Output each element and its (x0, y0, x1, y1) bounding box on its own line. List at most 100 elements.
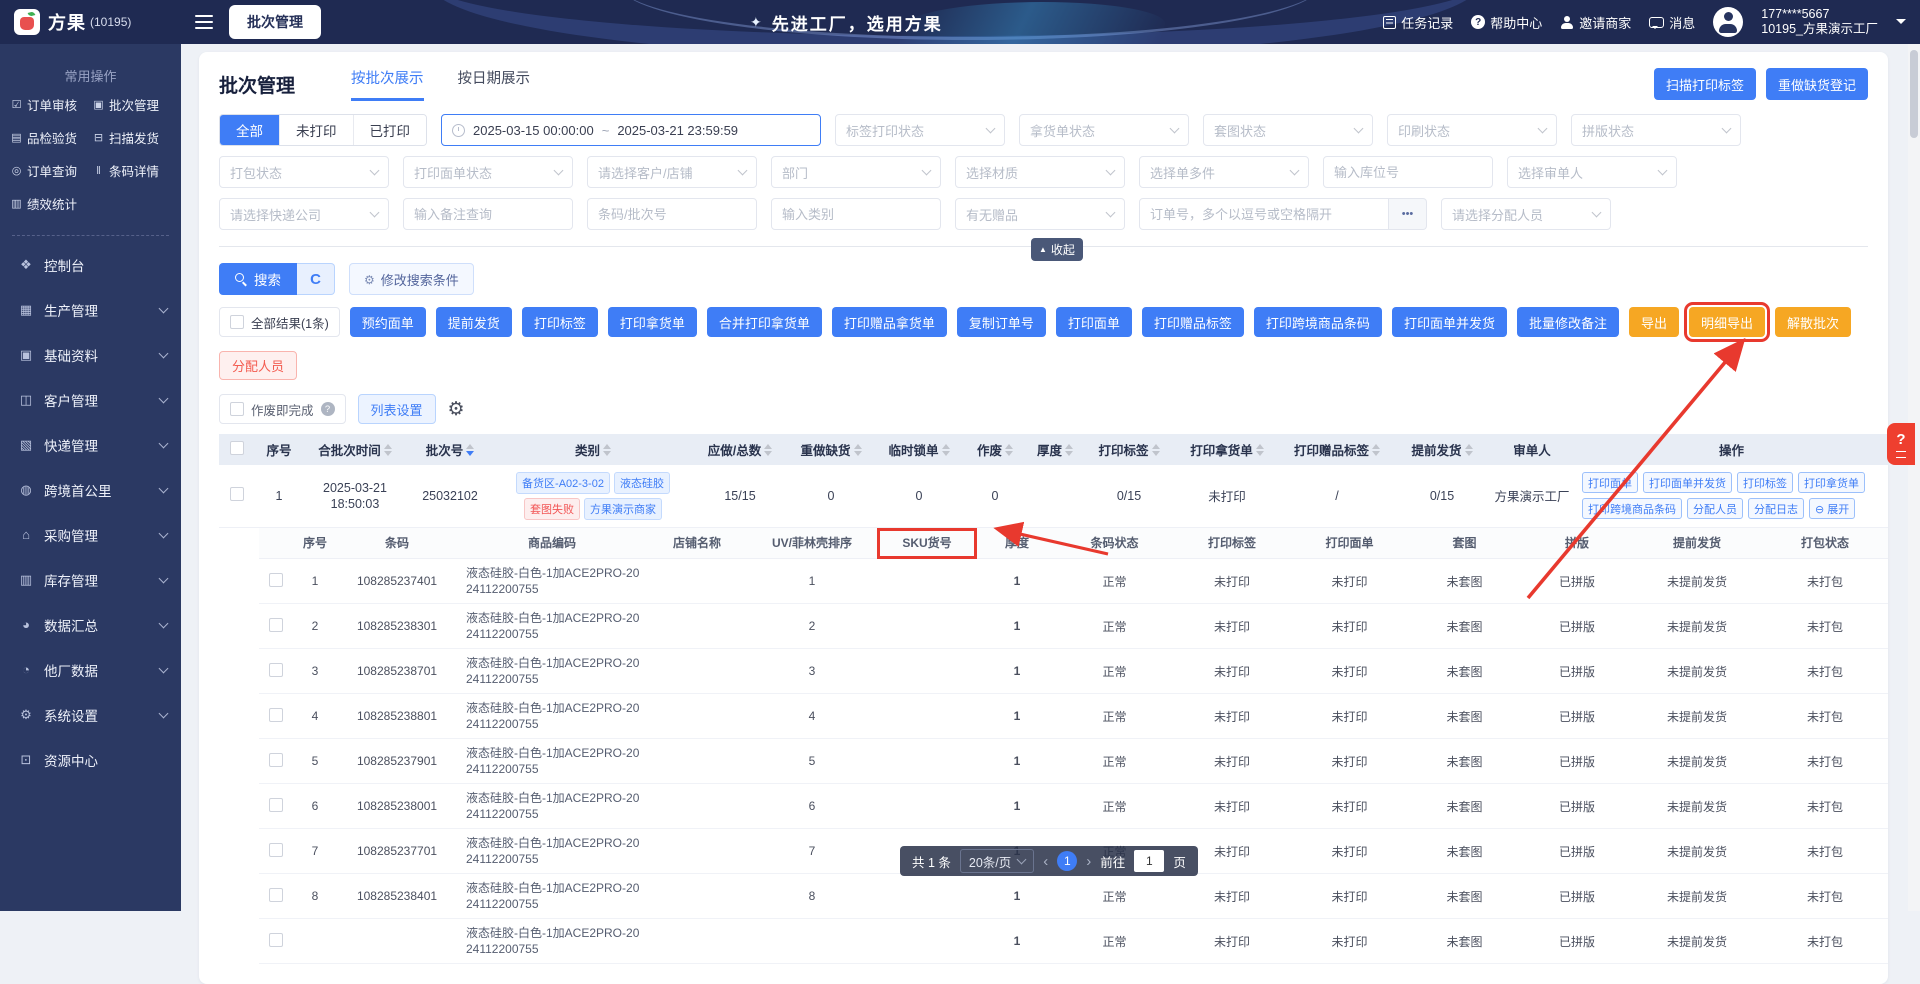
list-settings-button[interactable]: 列表设置 (357, 394, 436, 424)
sidebar-item-inventory[interactable]: ▥ 库存管理 (0, 557, 181, 602)
filter-select[interactable]: 打包状态 (219, 156, 389, 188)
export-button[interactable]: 解散批次 (1775, 307, 1852, 337)
sub-row-checkbox[interactable] (269, 797, 283, 812)
sub-row-checkbox[interactable] (269, 842, 283, 857)
batch-action-button[interactable]: 打印面单并发货 (1391, 307, 1507, 337)
auditor-select[interactable]: 选择审单人 (1507, 156, 1677, 188)
open-page-tab[interactable]: 批次管理 (229, 5, 321, 39)
sub-row-checkbox[interactable] (269, 617, 283, 632)
sidebar-item-settings[interactable]: ⚙ 系统设置 (0, 692, 181, 737)
assignee-select[interactable]: 请选择分配人员 (1441, 198, 1611, 230)
sub-row-checkbox[interactable] (269, 662, 283, 677)
sub-row-checkbox[interactable] (269, 932, 283, 947)
refresh-button[interactable]: C (297, 263, 335, 295)
batch-table-header[interactable]: 打印拿货单 (1175, 434, 1279, 465)
row-action-button[interactable]: 打印面单并发货 (1643, 472, 1732, 494)
batch-action-button[interactable]: 复制订单号 (956, 307, 1046, 337)
row-action-button[interactable]: ⊖ 展开 (1809, 498, 1856, 520)
next-page-button[interactable]: › (1086, 854, 1091, 869)
batch-table-header[interactable]: 临时锁单 (875, 434, 963, 465)
sort-icon[interactable] (1464, 443, 1473, 456)
batch-action-button[interactable]: 打印赠品标签 (1141, 307, 1244, 337)
sub-row-checkbox[interactable] (269, 707, 283, 722)
batch-table-header[interactable]: 操作 (1575, 434, 1888, 465)
date-to[interactable]: 2025-03-21 23:59:59 (617, 123, 738, 138)
select-all-results[interactable]: 全部结果(1条) (219, 307, 340, 337)
filter-select[interactable]: 套图状态 (1203, 114, 1373, 146)
batch-table-header[interactable]: 应做/总数 (693, 434, 787, 465)
sort-icon[interactable] (1065, 443, 1073, 456)
row-action-button[interactable]: 打印面单 (1582, 472, 1638, 494)
sidebar-quick-performance[interactable]: ▥ 绩效统计 (10, 194, 92, 213)
sub-row-checkbox[interactable] (269, 752, 283, 767)
tab-by-batch[interactable]: 按批次展示 (351, 67, 424, 101)
sort-icon[interactable] (764, 443, 773, 456)
segment-option[interactable]: 已打印 (353, 115, 426, 145)
sidebar-quick-order-audit[interactable]: ☑ 订单审核 (10, 95, 92, 114)
sidebar-quick-order-query[interactable]: ◎ 订单查询 (10, 161, 92, 180)
sort-icon[interactable] (466, 443, 475, 456)
search-button[interactable]: 搜索 (219, 263, 297, 295)
category-input[interactable] (771, 198, 941, 230)
messages-menu[interactable]: 消息 (1649, 13, 1695, 32)
batch-table-header[interactable]: 厚度 (1027, 434, 1083, 465)
floating-help-widget[interactable]: ? (1887, 423, 1915, 465)
select-all-checkbox[interactable] (230, 315, 244, 329)
sort-icon[interactable] (1005, 443, 1013, 456)
sidebar-item-customer[interactable]: ◫ 客户管理 (0, 377, 181, 422)
sidebar-item-console[interactable]: ❖ 控制台 (0, 242, 181, 287)
void-complete-checkbox[interactable] (230, 402, 244, 416)
tab-by-date[interactable]: 按日期展示 (458, 67, 531, 101)
sort-icon[interactable] (1372, 443, 1380, 456)
remark-search-input[interactable] (403, 198, 573, 230)
sidebar-item-crossborder[interactable]: ◍ 跨境首公里 (0, 467, 181, 512)
goto-page-input[interactable] (1134, 850, 1165, 872)
batch-table-header[interactable]: 批次号 (407, 434, 493, 465)
sort-icon[interactable] (1255, 443, 1264, 456)
sort-icon[interactable] (941, 443, 950, 456)
sort-icon[interactable] (603, 443, 611, 456)
batch-table-header[interactable]: 打印赠品标签 (1279, 434, 1395, 465)
filter-select[interactable]: 拿货单状态 (1019, 114, 1189, 146)
batch-table-header[interactable]: 提前发货 (1395, 434, 1489, 465)
batch-action-button[interactable]: 打印拿货单 (607, 307, 697, 337)
sort-icon[interactable] (383, 443, 392, 456)
filter-select[interactable]: 选择材质 (955, 156, 1125, 188)
batch-table-header[interactable]: 审单人 (1489, 434, 1575, 465)
sidebar-quick-batch-manage[interactable]: ▣ 批次管理 (92, 95, 174, 114)
segment-option[interactable]: 未打印 (280, 115, 354, 145)
filter-select[interactable]: 选择单多件 (1139, 156, 1309, 188)
row-action-button[interactable]: 分配日志 (1748, 498, 1804, 520)
warehouse-slot-input[interactable] (1323, 156, 1493, 188)
current-page-button[interactable]: 1 (1057, 851, 1078, 871)
row-action-button[interactable]: 分配人员 (1687, 498, 1743, 520)
collapse-sidebar-icon[interactable] (195, 15, 213, 29)
express-company-select[interactable]: 请选择快递公司 (219, 198, 389, 230)
export-button[interactable]: 导出 (1628, 307, 1679, 337)
sidebar-item-production[interactable]: ▦ 生产管理 (0, 287, 181, 332)
header-checkbox[interactable] (230, 441, 244, 455)
row-action-button[interactable]: 打印拿货单 (1798, 472, 1865, 494)
order-more-button[interactable]: ••• (1389, 198, 1427, 230)
sub-row-checkbox[interactable] (269, 887, 283, 902)
scrollbar-thumb[interactable] (1910, 50, 1918, 138)
batch-action-button[interactable]: 打印赠品拿货单 (831, 307, 947, 337)
batch-table-header[interactable]: 重做缺货 (787, 434, 875, 465)
date-range-picker[interactable]: 2025-03-15 00:00:00 ~ 2025-03-21 23:59:5… (441, 114, 821, 146)
batch-action-button[interactable]: 打印面单 (1055, 307, 1132, 337)
sidebar-item-other-factory[interactable]: ◔ 他厂数据 (0, 647, 181, 692)
app-logo[interactable]: 方果 (10195) (0, 0, 181, 44)
help-center-menu[interactable]: ? 帮助中心 (1471, 13, 1542, 32)
sidebar-quick-scan-ship[interactable]: ⊟ 扫描发货 (92, 128, 174, 147)
batch-table-header[interactable]: 类别 (493, 434, 693, 465)
row-checkbox[interactable] (230, 487, 244, 502)
batch-table-header[interactable]: 作废 (963, 434, 1027, 465)
sort-icon[interactable] (853, 443, 862, 456)
sidebar-quick-quality-check[interactable]: ▤ 品检验货 (10, 128, 92, 147)
export-button[interactable]: 明细导出 (1683, 302, 1771, 342)
batch-table-header[interactable]: 序号 (255, 434, 303, 465)
prev-page-button[interactable]: ‹ (1043, 854, 1048, 869)
batch-action-button[interactable]: 批量修改备注 (1516, 307, 1619, 337)
segment-option[interactable]: 全部 (220, 115, 280, 145)
row-action-button[interactable]: 打印跨境商品条码 (1582, 498, 1682, 520)
